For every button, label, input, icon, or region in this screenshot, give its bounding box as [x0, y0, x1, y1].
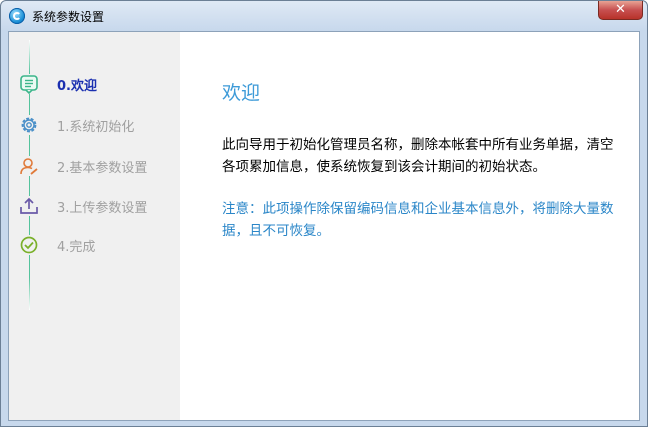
wizard-window: 系统参数设置 ✕ 0.欢迎 1.系统初始化 2.基本参数设置 3.上传参数设置 …: [0, 0, 648, 427]
step-system-init[interactable]: 1.系统初始化: [19, 115, 134, 135]
step-upload-params[interactable]: 3.上传参数设置: [19, 196, 147, 216]
user-edit-icon: [19, 156, 39, 176]
step-label-system-init: 1.系统初始化: [57, 119, 135, 135]
client-area: 0.欢迎 1.系统初始化 2.基本参数设置 3.上传参数设置 4.完成 欢迎 此…: [8, 31, 640, 421]
upload-icon: [19, 196, 39, 216]
description-text: 此向导用于初始化管理员名称，删除本帐套中所有业务单据，清空各项累加信息，使系统恢…: [222, 137, 614, 175]
app-icon: [9, 8, 25, 24]
window-title: 系统参数设置: [32, 10, 105, 24]
page-title: 欢迎: [222, 82, 261, 104]
step-label-basic-params: 2.基本参数设置: [57, 160, 148, 176]
warning-note: 注意：此项操作除保留编码信息和企业基本信息外，将删除大量数据，且不可恢复。: [222, 201, 614, 239]
close-button[interactable]: ✕: [598, 1, 643, 20]
wizard-content: 欢迎 此向导用于初始化管理员名称，删除本帐套中所有业务单据，清空各项累加信息，使…: [180, 32, 639, 420]
step-welcome[interactable]: 0.欢迎: [19, 74, 97, 95]
list-icon: [19, 74, 39, 95]
steps-sidebar: 0.欢迎 1.系统初始化 2.基本参数设置 3.上传参数设置 4.完成: [9, 32, 180, 420]
step-finish[interactable]: 4.完成: [19, 235, 95, 255]
step-label-upload-params: 3.上传参数设置: [57, 200, 148, 216]
step-label-welcome: 0.欢迎: [57, 78, 97, 94]
step-label-finish: 4.完成: [57, 239, 96, 255]
step-basic-params[interactable]: 2.基本参数设置: [19, 156, 147, 176]
gear-icon: [19, 115, 39, 135]
title-bar[interactable]: 系统参数设置 ✕: [1, 1, 647, 31]
check-circle-icon: [19, 235, 39, 255]
